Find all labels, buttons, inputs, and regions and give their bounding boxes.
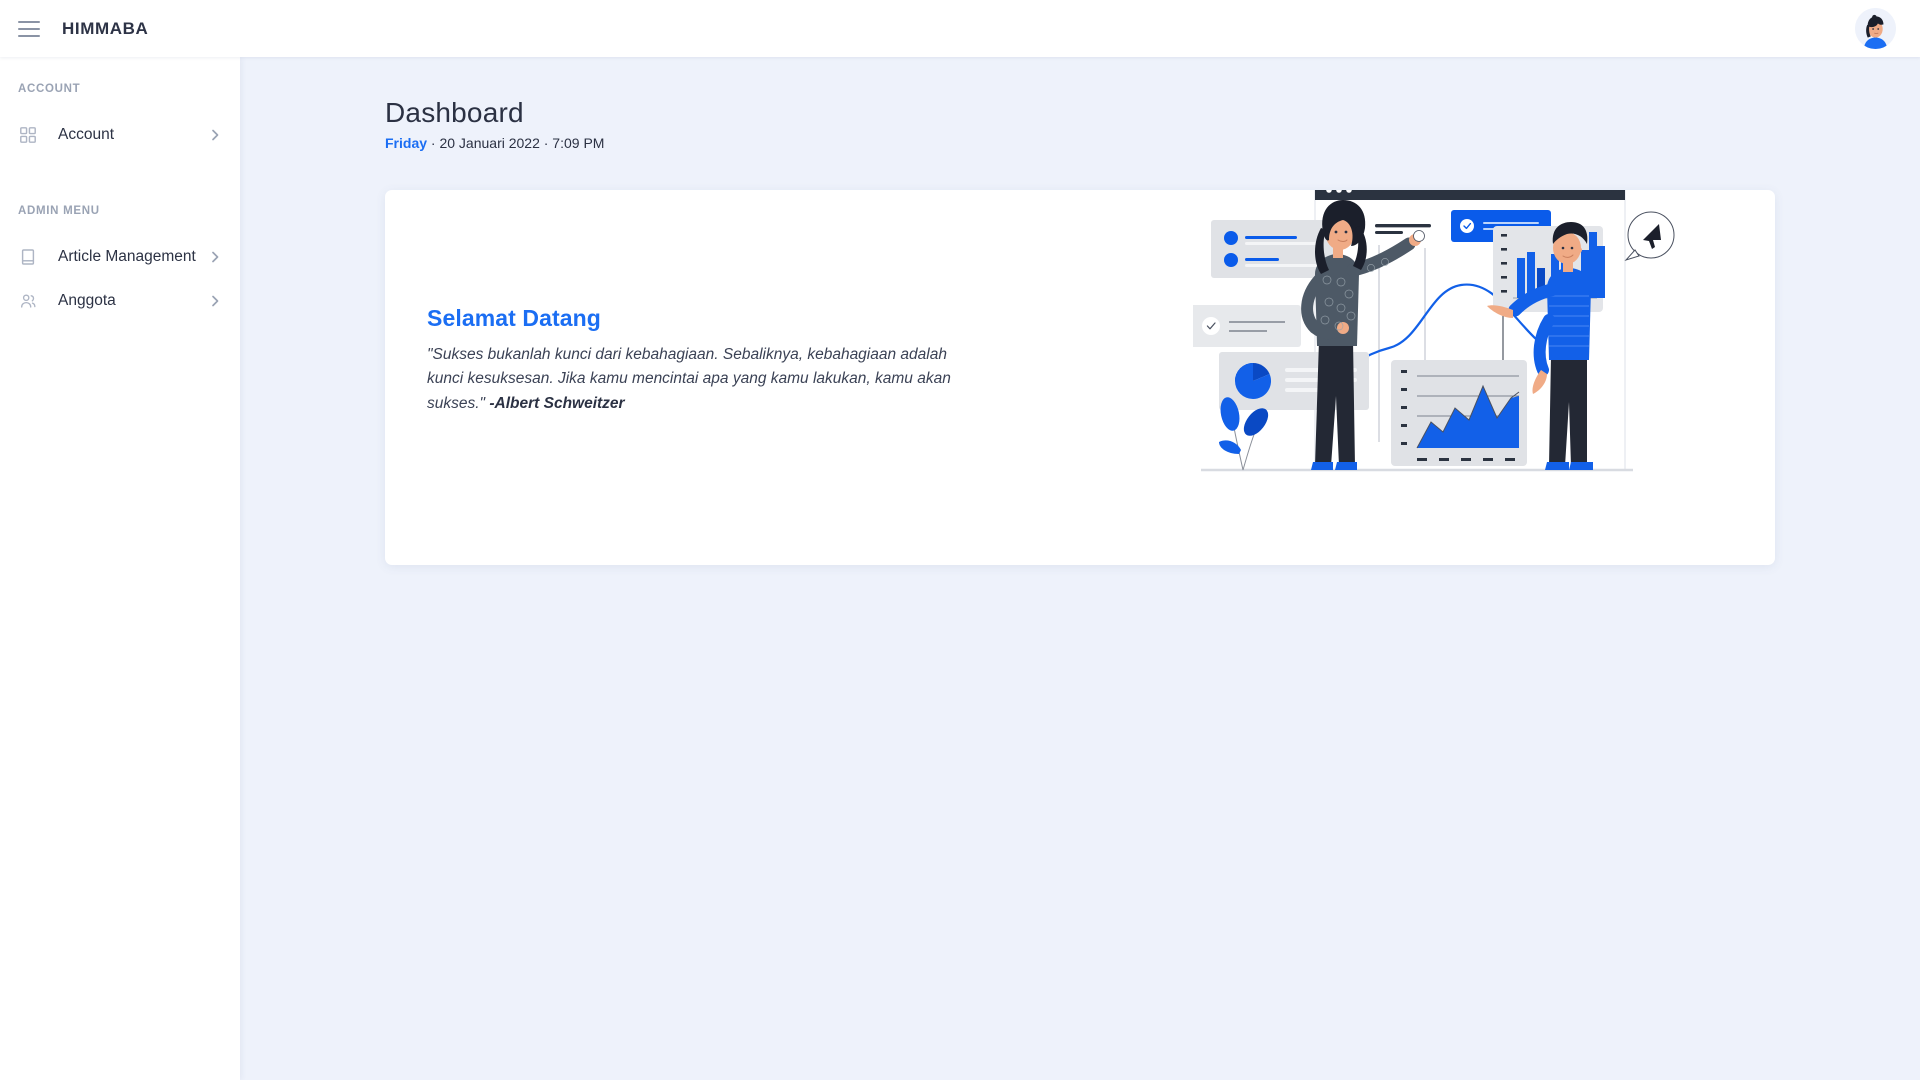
book-icon [18,247,38,267]
avatar[interactable] [1855,8,1896,49]
user-avatar-icon [1855,8,1896,49]
sidebar-item-account[interactable]: Account [0,113,240,157]
sidebar-item-label: Article Management [58,248,196,265]
page-title: Dashboard [385,97,524,128]
chevron-right-icon [208,294,222,308]
welcome-card: Selamat Datang "Sukses bukanlah kunci da… [385,190,1775,565]
page-date-day: Friday [385,135,428,151]
welcome-quote: "Sukses bukanlah kunci dari kebahagiaan.… [427,343,987,416]
sidebar: ACCOUNT Account ADMIN MENU Article Manag… [0,57,240,1080]
page-date: Friday · 20 Januari 2022 · 7:09 PM [385,135,604,151]
grid-icon [18,125,38,145]
users-icon [18,291,38,311]
chevron-right-icon [208,128,222,142]
welcome-card-text: Selamat Datang "Sukses bukanlah kunci da… [427,305,987,416]
top-header-bar: HIMMABA [0,0,1920,57]
sidebar-section-admin-menu: ADMIN MENU [18,205,100,217]
sidebar-item-anggota[interactable]: Anggota [0,279,240,323]
quote-author: -Albert Schweitzer [489,394,625,412]
sidebar-section-account: ACCOUNT [18,83,81,95]
welcome-heading: Selamat Datang [427,305,601,331]
sidebar-item-label: Anggota [58,292,116,309]
sidebar-item-article-management[interactable]: Article Management [0,235,240,279]
page-date-rest: · 20 Januari 2022 · 7:09 PM [427,135,605,151]
chevron-right-icon [208,250,222,264]
hamburger-icon[interactable] [18,20,40,37]
dashboard-analytics-illustration [1183,190,1753,500]
sidebar-item-label: Account [58,126,115,143]
brand-title: HIMMABA [62,18,149,38]
main-content: Dashboard Friday · 20 Januari 2022 · 7:0… [240,57,1920,1080]
